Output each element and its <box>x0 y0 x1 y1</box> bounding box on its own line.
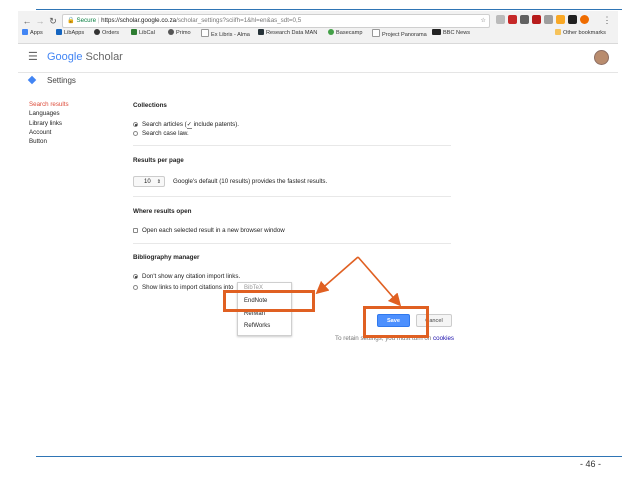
bookmark-primo[interactable]: Primo <box>168 29 191 36</box>
browser-toolbar: ← → ↻ 🔒 Secure | https://scholar.google.… <box>18 11 618 44</box>
results-per-page-select[interactable]: 10 ⇕ <box>133 176 165 187</box>
dont-show-citation-option[interactable]: Don't show any citation import links. <box>133 273 240 280</box>
bibliography-manager-heading: Bibliography manager <box>133 254 200 261</box>
bookmark-libcal[interactable]: LibCal <box>131 29 155 36</box>
address-bar[interactable]: 🔒 Secure | https://scholar.google.co.za/… <box>62 14 490 28</box>
nav-item-languages[interactable]: Languages <box>29 109 69 118</box>
url-path: /scholar_settings?sciifh=1&hl=en&as_sdt=… <box>176 17 302 24</box>
divider <box>133 243 451 244</box>
search-articles-option[interactable]: Search articles (✓ include patents). <box>133 121 239 129</box>
lock-icon: 🔒 <box>67 17 75 24</box>
show-citation-links-option[interactable]: Show links to import citations into <box>133 284 233 291</box>
nav-item-library-links[interactable]: Library links <box>29 119 69 128</box>
logo-scholar: Scholar <box>85 51 123 63</box>
slide-page-number: - 46 - <box>580 459 602 469</box>
bookmark-ex-libris-alma[interactable]: Ex Libris - Alma <box>201 29 250 38</box>
logo-google: Google <box>47 51 83 63</box>
reload-icon[interactable]: ↻ <box>47 16 59 27</box>
nav-item-search-results[interactable]: Search results <box>29 100 69 109</box>
select-arrows-icon: ⇕ <box>156 179 161 185</box>
extension-icon[interactable] <box>508 15 517 24</box>
extension-icon[interactable] <box>568 15 577 24</box>
results-per-page-hint: Google's default (10 results) provides t… <box>173 178 328 185</box>
star-icon[interactable]: ☆ <box>480 15 486 27</box>
bookmark-project-panorama[interactable]: Project Panorama <box>372 29 427 38</box>
menu-kebab-icon[interactable]: ⋮ <box>601 15 613 26</box>
extension-icon[interactable] <box>544 15 553 24</box>
divider <box>133 145 451 146</box>
page-title: Settings <box>47 76 76 85</box>
bookmark-bbc-news[interactable]: BBC News <box>432 29 470 36</box>
scholar-header: ☰ Google Scholar <box>18 44 618 73</box>
nav-item-account[interactable]: Account <box>29 128 69 137</box>
bookmark-research-data[interactable]: Research Data MAN <box>258 29 317 36</box>
extension-icon[interactable] <box>580 15 589 24</box>
back-icon[interactable]: ← <box>21 16 33 26</box>
bookmark-apps[interactable]: Apps <box>22 29 43 36</box>
open-new-window-option[interactable]: Open each selected result in a new brows… <box>133 227 285 234</box>
settings-left-nav: Search results Languages Library links A… <box>29 100 69 146</box>
radio-selected-icon[interactable] <box>133 274 138 279</box>
bookmark-basecamp[interactable]: Basecamp <box>328 29 362 36</box>
extension-icon[interactable] <box>556 15 565 24</box>
annotation-box-endnote <box>223 290 315 312</box>
hamburger-menu-icon[interactable]: ☰ <box>28 50 38 63</box>
user-avatar[interactable] <box>594 50 609 65</box>
annotation-box-save <box>363 306 429 338</box>
slide-top-line <box>36 9 622 10</box>
secure-label: Secure <box>76 17 97 24</box>
bookmark-orders[interactable]: Orders <box>94 29 119 36</box>
bookmark-other[interactable]: Other bookmarks <box>555 29 606 36</box>
cookies-link[interactable]: cookies <box>433 335 454 342</box>
browser-window: ← → ↻ 🔒 Secure | https://scholar.google.… <box>18 11 618 270</box>
bookmark-libapps[interactable]: LibApps <box>56 29 84 36</box>
slide-bottom-line <box>36 456 622 457</box>
url-host: https://scholar.google.co.za <box>101 17 177 24</box>
radio-unselected-icon[interactable] <box>133 131 138 136</box>
collections-heading: Collections <box>133 102 167 109</box>
search-case-law-option[interactable]: Search case law. <box>133 130 189 137</box>
where-results-open-heading: Where results open <box>133 208 192 215</box>
nav-item-button[interactable]: Button <box>29 137 69 146</box>
radio-selected-icon[interactable] <box>133 122 138 127</box>
settings-gear-icon <box>27 75 37 85</box>
google-scholar-logo[interactable]: Google Scholar <box>47 51 123 63</box>
settings-bar: Settings <box>18 73 618 89</box>
dropdown-option-refworks[interactable]: RefWorks <box>244 323 270 329</box>
divider <box>133 196 451 197</box>
forward-icon[interactable]: → <box>34 16 46 26</box>
extension-icon[interactable] <box>532 15 541 24</box>
extension-icon[interactable] <box>520 15 529 24</box>
extension-icon[interactable] <box>496 15 505 24</box>
radio-unselected-icon[interactable] <box>133 285 138 290</box>
checkbox-icon[interactable] <box>133 228 138 233</box>
results-per-page-heading: Results per page <box>133 157 184 164</box>
